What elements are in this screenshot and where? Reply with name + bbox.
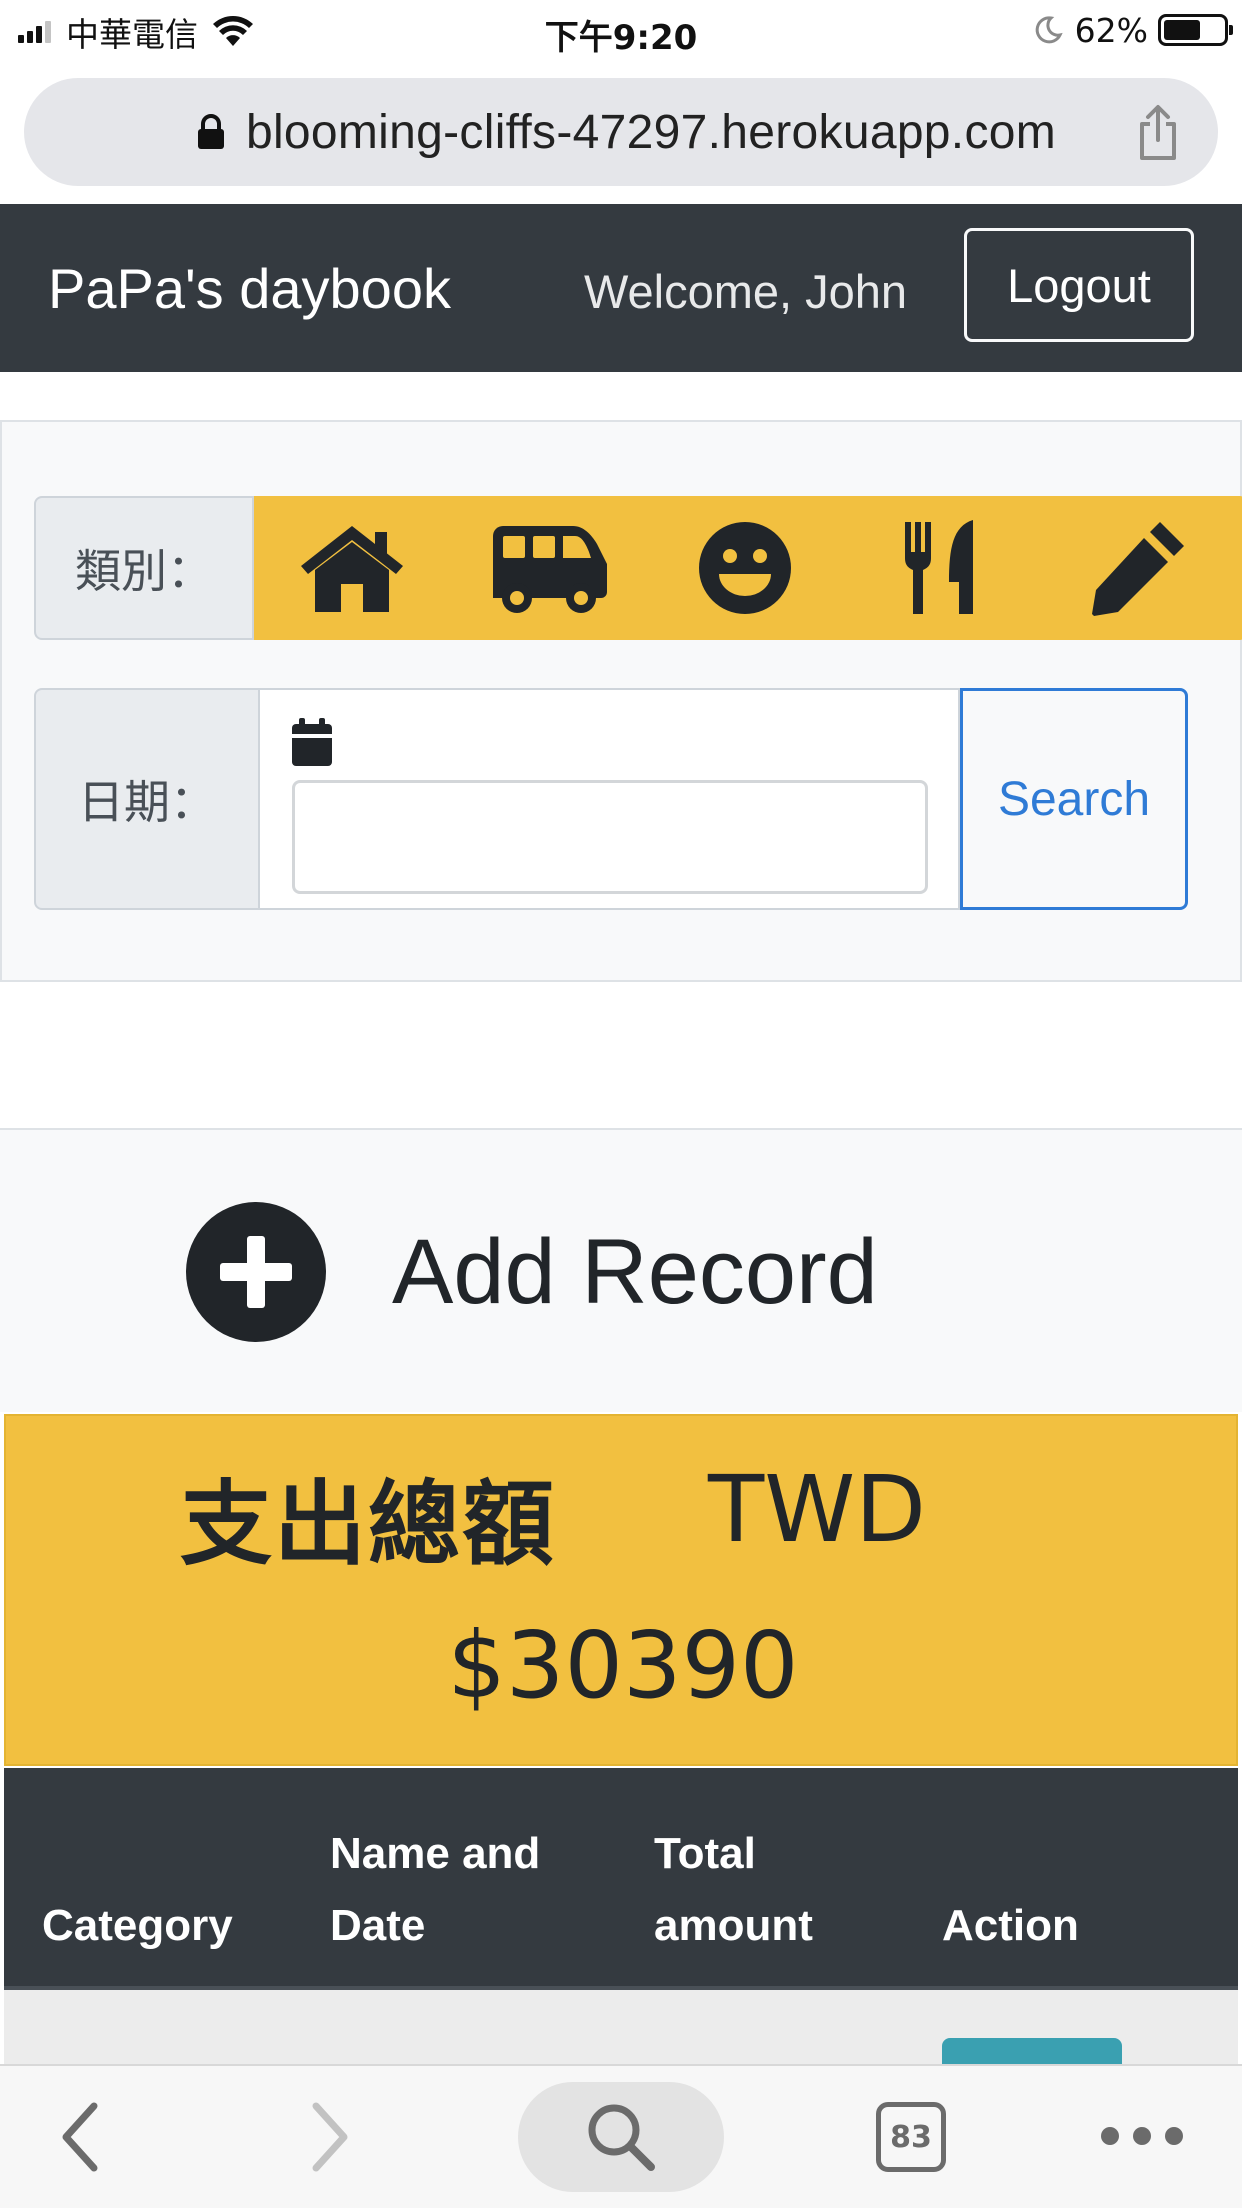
column-header-line: Total [654, 1829, 756, 1878]
smile-icon [698, 522, 791, 614]
column-header-total-amount: Total amount [654, 1818, 813, 1962]
category-home-button[interactable] [277, 503, 427, 633]
home-icon [301, 526, 404, 612]
browser-toolbar: 83 [0, 2064, 1242, 2208]
add-record-label: Add Record [392, 1220, 878, 1323]
brand-link[interactable]: PaPa's daybook [48, 256, 451, 321]
category-food-button[interactable] [866, 503, 1016, 633]
url-bar[interactable]: blooming-cliffs-47297.herokuapp.com [24, 78, 1218, 186]
van-icon [492, 526, 607, 613]
total-amount: $30390 [447, 1612, 799, 1719]
total-label: 支出總額 [180, 1471, 557, 1578]
search-icon [588, 2104, 655, 2171]
add-record-button[interactable]: Add Record [186, 1202, 878, 1342]
url-content: blooming-cliffs-47297.herokuapp.com [196, 105, 1056, 160]
column-header-line: amount [654, 1901, 813, 1950]
utensils-icon [905, 520, 974, 614]
logout-button[interactable]: Logout [964, 228, 1194, 342]
category-icon-strip [254, 496, 1242, 640]
search-pill-button[interactable] [518, 2082, 724, 2192]
share-icon[interactable] [1134, 104, 1182, 162]
welcome-text: Welcome, John [584, 265, 908, 318]
total-expense-card: 支出總額 TWD $30390 [4, 1414, 1238, 1766]
chevron-right-icon [312, 2102, 348, 2172]
battery-percent: 62% [1074, 10, 1148, 50]
search-button[interactable]: Search [960, 688, 1188, 910]
column-header-name-date: Name and Date [330, 1818, 540, 1962]
more-icon [1101, 2127, 1183, 2145]
tabs-button[interactable]: 83 [876, 2102, 946, 2172]
calendar-icon[interactable] [290, 718, 334, 766]
filter-card: 類別： 日期： Search [0, 420, 1242, 982]
forward-button[interactable] [300, 2102, 360, 2172]
status-right: 62% [1033, 10, 1233, 50]
category-filter-row: 類別： [34, 496, 1242, 640]
records-table-header: Category Name and Date Total amount Acti… [4, 1768, 1238, 1990]
total-currency: TWD [708, 1456, 927, 1563]
back-button[interactable] [50, 2102, 110, 2172]
add-record-section: Add Record [0, 1128, 1242, 1412]
column-header-line: Name and [330, 1829, 541, 1878]
tab-count: 83 [876, 2102, 946, 2172]
battery-icon [1158, 14, 1233, 46]
date-input[interactable] [292, 780, 928, 894]
more-button[interactable] [1100, 2116, 1184, 2156]
column-header-line: Date [330, 1901, 426, 1950]
lock-icon [197, 114, 224, 149]
pencil-icon [1091, 522, 1184, 616]
category-label: 類別： [34, 496, 254, 640]
url-text: blooming-cliffs-47297.herokuapp.com [245, 105, 1057, 159]
date-picker [260, 688, 960, 910]
category-transport-button[interactable] [474, 503, 624, 633]
battery-fill [1164, 20, 1200, 40]
chevron-left-icon [62, 2102, 98, 2172]
date-label: 日期： [34, 688, 260, 910]
table-row [4, 1990, 1238, 2078]
status-bar: 中華電信 下午9:20 62% [0, 0, 1242, 62]
date-filter-row: 日期： Search [34, 688, 1188, 910]
navbar: PaPa's daybook Welcome, John Logout [0, 204, 1242, 372]
plus-circle-icon [186, 1202, 326, 1342]
column-header-line: Category [42, 1901, 233, 1950]
category-entertainment-button[interactable] [670, 503, 820, 633]
moon-icon [1035, 16, 1063, 44]
category-other-button[interactable] [1063, 503, 1213, 633]
column-header-line: Action [942, 1901, 1079, 1950]
